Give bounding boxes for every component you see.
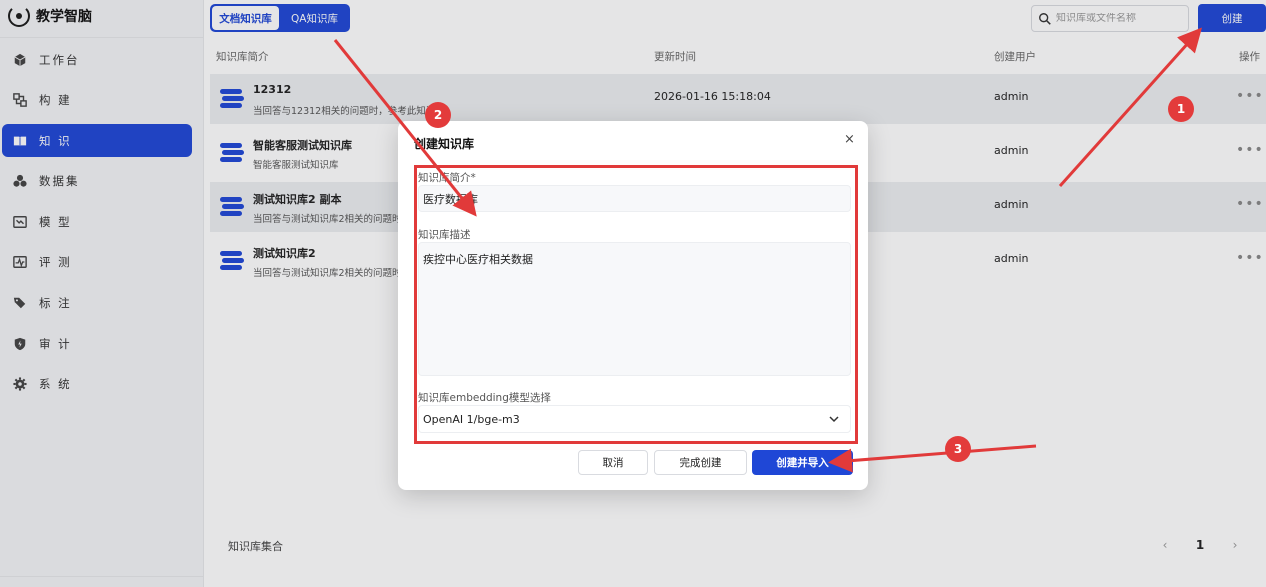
dialog-title: 创建知识库 [414,137,475,151]
cancel-button[interactable]: 取消 [578,450,648,475]
annotation-badge-1: 1 [1168,96,1194,122]
close-icon[interactable]: × [844,132,855,147]
annotation-highlight-box [414,165,858,444]
finish-create-button[interactable]: 完成创建 [654,450,747,475]
create-and-import-button[interactable]: 创建并导入 [752,450,853,475]
annotation-badge-2: 2 [425,102,451,128]
annotation-badge-3: 3 [945,436,971,462]
